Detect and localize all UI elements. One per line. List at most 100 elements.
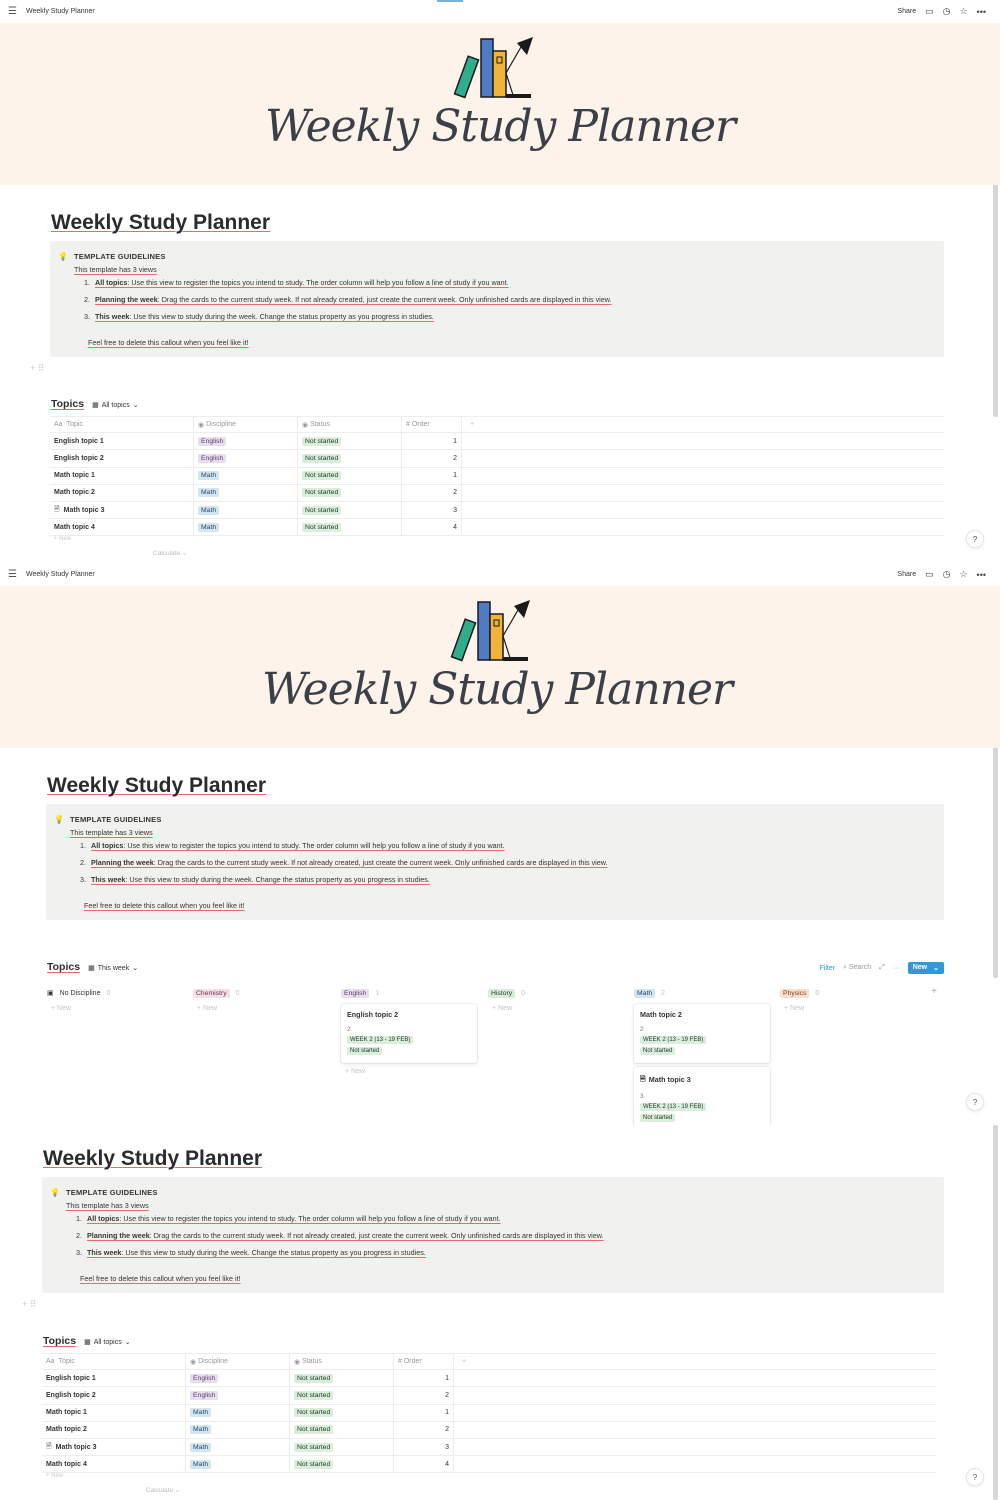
help-button[interactable]: ? — [966, 530, 984, 548]
share-button[interactable]: Share — [897, 8, 916, 15]
add-column-button[interactable]: + — [462, 421, 482, 428]
view-selector-all-topics[interactable]: ▦ All topics ⌄ — [92, 401, 139, 410]
cell-status[interactable]: Not started — [290, 1438, 394, 1456]
column-header-order[interactable]: # Order — [394, 1354, 454, 1370]
table-row[interactable]: English topic 1 English Not started 1 — [50, 433, 944, 451]
cell-order[interactable]: 1 — [394, 1370, 454, 1387]
cell-discipline[interactable]: Math — [194, 501, 298, 519]
template-guidelines-callout[interactable]: 💡 TEMPLATE GUIDELINES This template has … — [50, 241, 944, 357]
cell-status[interactable]: Not started — [290, 1456, 394, 1473]
block-drag-handle[interactable]: + ⠿ — [22, 1299, 36, 1310]
cell-order[interactable]: 2 — [394, 1421, 454, 1438]
add-card-button[interactable]: + New — [780, 1005, 916, 1012]
breadcrumb-title[interactable]: Weekly Study Planner — [26, 8, 95, 15]
cell-order[interactable]: 2 — [402, 450, 462, 467]
cell-order[interactable]: 2 — [402, 484, 462, 501]
star-icon[interactable]: ☆ — [959, 569, 967, 580]
column-header-discipline[interactable]: ◉ Discipline — [194, 417, 298, 433]
calculate-button[interactable]: Calculate ⌄ — [146, 1486, 180, 1494]
column-header[interactable]: English 1 — [341, 986, 477, 1000]
add-column-button[interactable]: + — [454, 1358, 474, 1365]
board-card[interactable]: 🗎 Math topic 3 3 WEEK 2 (13 - 19 FEB) Not st… — [634, 1067, 770, 1125]
cell-status[interactable]: Not started — [290, 1370, 394, 1387]
menu-icon[interactable]: ☰ — [8, 569, 24, 580]
cell-topic[interactable]: English topic 1 — [42, 1370, 186, 1387]
database-title[interactable]: Topics — [51, 398, 84, 410]
add-card-button[interactable]: + New — [193, 1005, 329, 1012]
column-header[interactable]: Chemistry 0 — [193, 986, 329, 1000]
comment-icon[interactable]: ▭ — [925, 6, 934, 17]
chevron-down-icon[interactable]: ⌄ — [933, 964, 939, 972]
add-row-button[interactable]: + New — [50, 536, 944, 548]
help-button[interactable]: ? — [966, 1468, 984, 1486]
table-row[interactable]: Math topic 4 Math Not started 4 — [50, 519, 944, 537]
menu-icon[interactable]: ☰ — [8, 6, 24, 17]
expand-icon[interactable]: ⤢ — [879, 964, 885, 972]
cell-topic[interactable]: Math topic 2 — [50, 484, 194, 501]
column-header[interactable]: Physics 0 — [780, 986, 916, 1000]
template-guidelines-callout[interactable]: 💡 TEMPLATE GUIDELINES This template has … — [46, 804, 944, 920]
column-header-topic[interactable]: Aa Topic — [42, 1354, 186, 1370]
star-icon[interactable]: ☆ — [959, 6, 967, 17]
cell-discipline[interactable]: Math — [186, 1421, 290, 1438]
add-card-button[interactable]: + New — [47, 1005, 183, 1012]
page-title[interactable]: Weekly Study Planner — [51, 211, 270, 235]
cell-discipline[interactable]: English — [186, 1370, 290, 1387]
cell-status[interactable]: Not started — [298, 484, 402, 501]
cell-topic[interactable]: Math topic 4 — [42, 1456, 186, 1473]
table-row[interactable]: Math topic 1 Math Not started 1 — [50, 467, 944, 485]
column-header-discipline[interactable]: ◉ Discipline — [186, 1354, 290, 1370]
cell-topic[interactable]: English topic 2 — [50, 450, 194, 467]
add-card-button[interactable]: + New — [341, 1068, 477, 1075]
cell-status[interactable]: Not started — [290, 1387, 394, 1404]
cell-topic[interactable]: Math topic 1 — [50, 467, 194, 484]
cell-topic[interactable]: 🗎 Math topic 3 — [50, 501, 194, 519]
cell-discipline[interactable]: Math — [194, 519, 298, 536]
column-header-status[interactable]: ◉ Status — [290, 1354, 394, 1370]
cell-order[interactable]: 3 — [402, 501, 462, 519]
cell-status[interactable]: Not started — [298, 467, 402, 484]
search-button[interactable]: ⌕ Search — [843, 964, 871, 972]
page-title[interactable]: Weekly Study Planner — [47, 774, 266, 798]
cell-discipline[interactable]: English — [194, 450, 298, 467]
comment-icon[interactable]: ▭ — [925, 569, 934, 580]
column-header-order[interactable]: # Order — [402, 417, 462, 433]
cell-topic[interactable]: 🗎 Math topic 3 — [42, 1438, 186, 1456]
board-card[interactable]: Math topic 2 2 WEEK 2 (13 - 19 FEB) Not sta… — [634, 1004, 770, 1063]
cell-topic[interactable]: English topic 2 — [42, 1387, 186, 1404]
cell-discipline[interactable]: English — [194, 433, 298, 450]
column-header-topic[interactable]: Aa Topic — [50, 417, 194, 433]
table-row[interactable]: English topic 2 English Not started 2 — [50, 450, 944, 468]
add-row-button[interactable]: + New — [42, 1473, 936, 1485]
cell-order[interactable]: 1 — [402, 467, 462, 484]
table-row[interactable]: 🗎 Math topic 3 Math Not started 3 — [42, 1438, 936, 1457]
cell-status[interactable]: Not started — [290, 1404, 394, 1421]
more-icon[interactable]: ••• — [977, 570, 986, 580]
cell-discipline[interactable]: Math — [186, 1456, 290, 1473]
block-drag-handle[interactable]: + ⠿ — [30, 363, 44, 374]
add-group-button[interactable]: + — [931, 986, 937, 997]
cell-discipline[interactable]: Math — [186, 1404, 290, 1421]
template-guidelines-callout[interactable]: 💡 TEMPLATE GUIDELINES This template has … — [42, 1177, 944, 1293]
cell-order[interactable]: 1 — [394, 1404, 454, 1421]
cell-discipline[interactable]: Math — [186, 1438, 290, 1456]
calculate-button[interactable]: Calculate ⌄ — [153, 549, 187, 557]
cell-discipline[interactable]: English — [186, 1387, 290, 1404]
column-header[interactable]: ▣ No Discipline 0 — [47, 986, 183, 1000]
cell-order[interactable]: 4 — [394, 1456, 454, 1473]
column-header-status[interactable]: ◉ Status — [298, 417, 402, 433]
database-title[interactable]: Topics — [47, 961, 80, 973]
cell-status[interactable]: Not started — [298, 433, 402, 450]
view-selector-this-week[interactable]: ▦ This week ⌄ — [88, 964, 138, 973]
table-row[interactable]: English topic 2 English Not started 2 — [42, 1387, 936, 1405]
clock-icon[interactable]: ◷ — [943, 569, 951, 580]
table-row[interactable]: Math topic 4 Math Not started 4 — [42, 1456, 936, 1474]
help-button[interactable]: ? — [966, 1093, 984, 1111]
cell-order[interactable]: 1 — [402, 433, 462, 450]
column-header[interactable]: Math 2 — [634, 986, 770, 1000]
share-button[interactable]: Share — [897, 571, 916, 578]
column-header[interactable]: History 0 — [488, 986, 624, 1000]
database-title[interactable]: Topics — [43, 1335, 76, 1347]
cell-status[interactable]: Not started — [290, 1421, 394, 1438]
cell-status[interactable]: Not started — [298, 519, 402, 536]
